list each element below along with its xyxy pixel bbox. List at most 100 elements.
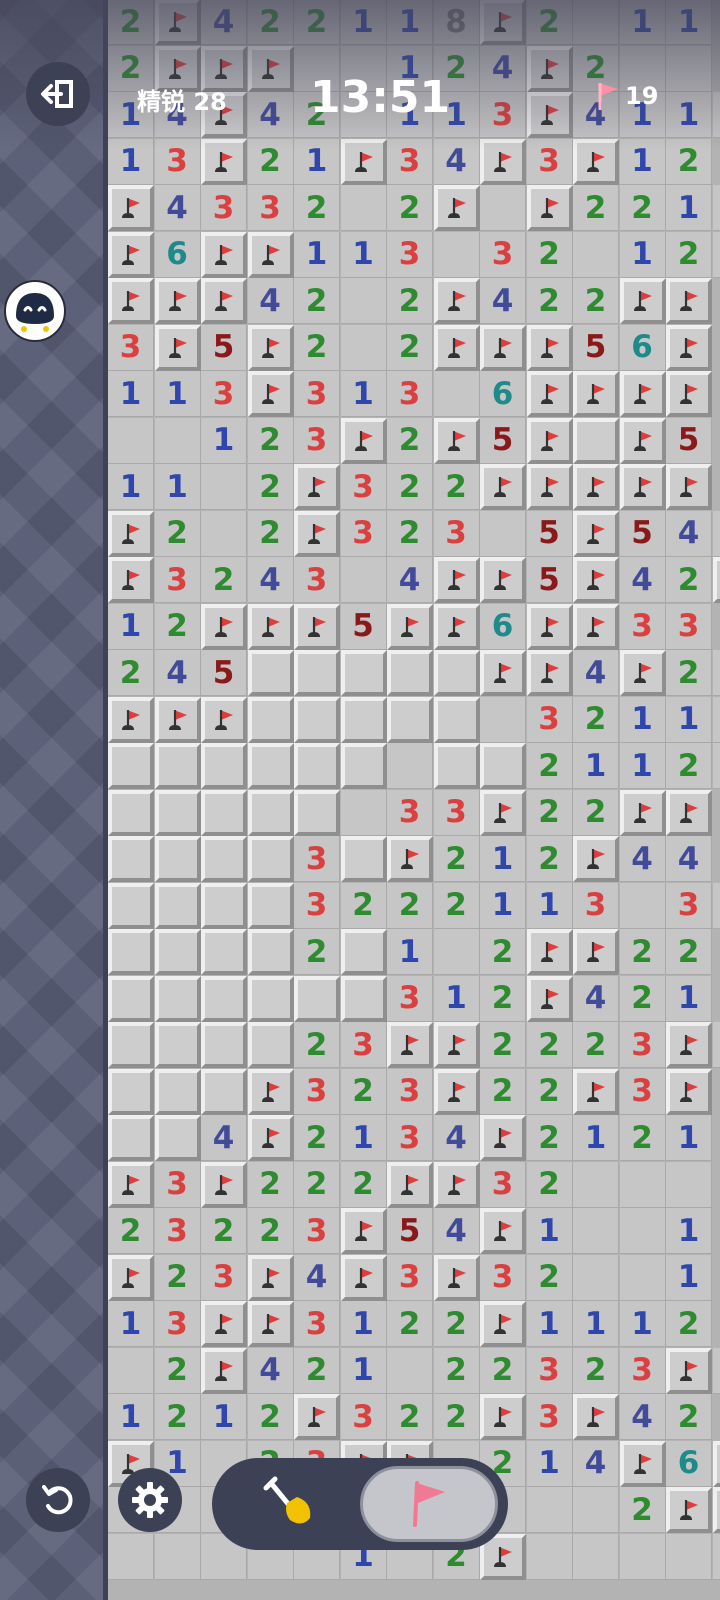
covered-cell[interactable] (201, 929, 247, 975)
number-cell[interactable]: 2 (666, 231, 712, 278)
number-cell[interactable]: 4 (619, 1394, 666, 1440)
flagged-cell[interactable] (201, 696, 247, 743)
flagged-cell[interactable] (108, 231, 154, 278)
number-cell[interactable]: 3 (480, 92, 526, 138)
number-cell[interactable]: 2 (619, 929, 666, 975)
number-cell[interactable]: 2 (247, 1161, 294, 1208)
number-cell[interactable]: 2 (247, 1394, 294, 1440)
flagged-cell[interactable] (666, 1347, 712, 1394)
number-cell[interactable]: 2 (108, 1208, 154, 1254)
number-cell[interactable]: 5 (340, 603, 387, 650)
flagged-cell[interactable] (619, 1440, 666, 1487)
number-cell[interactable]: 1 (573, 1301, 619, 1347)
number-cell[interactable]: 1 (108, 1301, 154, 1347)
flagged-cell[interactable] (201, 1161, 247, 1208)
number-cell[interactable]: 3 (154, 557, 201, 603)
covered-cell[interactable] (201, 789, 247, 836)
number-cell[interactable]: 4 (619, 836, 666, 882)
number-cell[interactable]: 3 (294, 371, 340, 417)
flagged-cell[interactable] (480, 0, 526, 45)
number-cell[interactable]: 2 (666, 1301, 712, 1347)
number-cell[interactable]: 2 (247, 138, 294, 185)
number-cell[interactable]: 2 (526, 1115, 573, 1161)
covered-cell[interactable] (433, 650, 480, 696)
flagged-cell[interactable] (247, 45, 294, 92)
tool-mode-toggle[interactable] (212, 1458, 508, 1550)
number-cell[interactable]: 2 (340, 1161, 387, 1208)
flagged-cell[interactable] (247, 1301, 294, 1347)
covered-cell[interactable] (247, 975, 294, 1022)
number-cell[interactable]: 2 (573, 1022, 619, 1068)
number-cell[interactable]: 1 (108, 464, 154, 510)
flagged-cell[interactable] (480, 324, 526, 371)
number-cell[interactable]: 5 (201, 324, 247, 371)
flagged-cell[interactable] (480, 464, 526, 510)
covered-cell[interactable] (387, 696, 433, 743)
number-cell[interactable]: 2 (433, 882, 480, 929)
covered-cell[interactable] (154, 836, 201, 882)
empty-cell[interactable] (480, 185, 526, 231)
flagged-cell[interactable] (573, 1394, 619, 1440)
flagged-cell[interactable] (480, 1394, 526, 1440)
flagged-cell[interactable] (340, 417, 387, 464)
empty-cell[interactable] (201, 510, 247, 557)
number-cell[interactable]: 2 (619, 1115, 666, 1161)
number-cell[interactable]: 2 (387, 510, 433, 557)
minesweeper-board[interactable]: 2422118211212421442113411113213431243322… (108, 0, 720, 1600)
flagged-cell[interactable] (108, 1254, 154, 1301)
number-cell[interactable]: 1 (619, 1301, 666, 1347)
covered-cell[interactable] (108, 743, 154, 789)
flagged-cell[interactable] (573, 557, 619, 603)
covered-cell[interactable] (201, 836, 247, 882)
number-cell[interactable]: 4 (154, 185, 201, 231)
flagged-cell[interactable] (619, 417, 666, 464)
number-cell[interactable]: 5 (619, 510, 666, 557)
flagged-cell[interactable] (201, 1347, 247, 1394)
empty-cell[interactable] (712, 743, 720, 789)
number-cell[interactable]: 2 (340, 1068, 387, 1115)
empty-cell[interactable] (433, 371, 480, 417)
number-cell[interactable]: 2 (666, 557, 712, 603)
empty-cell[interactable] (666, 45, 712, 92)
number-cell[interactable]: 2 (526, 0, 573, 45)
covered-cell[interactable] (108, 836, 154, 882)
number-cell[interactable]: 3 (387, 789, 433, 836)
number-cell[interactable]: 2 (387, 417, 433, 464)
number-cell[interactable]: 1 (340, 231, 387, 278)
number-cell[interactable]: 2 (712, 650, 720, 696)
number-cell[interactable]: 5 (201, 650, 247, 696)
empty-cell[interactable] (340, 278, 387, 324)
number-cell[interactable]: 3 (154, 1301, 201, 1347)
covered-cell[interactable] (247, 1022, 294, 1068)
flagged-cell[interactable] (666, 371, 712, 417)
number-cell[interactable]: 2 (526, 1254, 573, 1301)
number-cell[interactable]: 4 (433, 1115, 480, 1161)
number-cell[interactable]: 2 (573, 278, 619, 324)
number-cell[interactable]: 2 (201, 1208, 247, 1254)
flagged-cell[interactable] (108, 696, 154, 743)
number-cell[interactable]: 2 (619, 1487, 666, 1533)
number-cell[interactable]: 2 (247, 417, 294, 464)
flagged-cell[interactable] (108, 1161, 154, 1208)
number-cell[interactable]: 4 (294, 1254, 340, 1301)
flagged-cell[interactable] (433, 278, 480, 324)
covered-cell[interactable] (247, 789, 294, 836)
number-cell[interactable]: 3 (619, 1347, 666, 1394)
number-cell[interactable]: 5 (480, 417, 526, 464)
number-cell[interactable]: 3 (340, 1022, 387, 1068)
flagged-cell[interactable] (526, 417, 573, 464)
flagged-cell[interactable] (619, 371, 666, 417)
number-cell[interactable]: 1 (619, 231, 666, 278)
empty-cell[interactable] (387, 1347, 433, 1394)
number-cell[interactable]: 2 (387, 278, 433, 324)
number-cell[interactable]: 3 (294, 1208, 340, 1254)
flagged-cell[interactable] (480, 557, 526, 603)
flagged-cell[interactable] (666, 1487, 712, 1533)
flagged-cell[interactable] (294, 464, 340, 510)
number-cell[interactable]: 2 (154, 1254, 201, 1301)
flagged-cell[interactable] (247, 603, 294, 650)
covered-cell[interactable] (387, 650, 433, 696)
number-cell[interactable]: 1 (201, 1394, 247, 1440)
flagged-cell[interactable] (247, 1254, 294, 1301)
number-cell[interactable]: 3 (294, 1301, 340, 1347)
